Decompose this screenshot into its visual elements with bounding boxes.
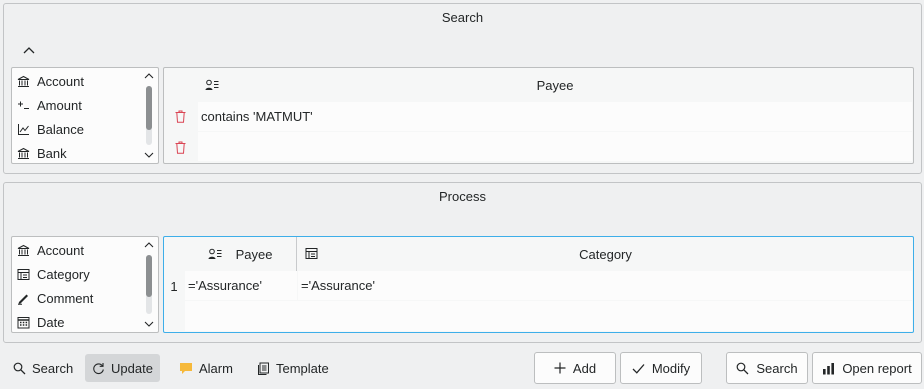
- scroll-thumb[interactable]: [146, 86, 152, 130]
- list-item-label: Account: [37, 73, 84, 89]
- list-item-balance[interactable]: Balance: [16, 117, 84, 141]
- delete-row-button[interactable]: [164, 102, 197, 131]
- template-mode-button[interactable]: Template: [250, 354, 336, 382]
- alarm-icon: [179, 362, 193, 375]
- modify-button[interactable]: Modify: [620, 352, 702, 384]
- search-label: Search: [756, 360, 798, 376]
- search-mode-button[interactable]: Search: [6, 354, 80, 382]
- collapse-search-button[interactable]: [20, 41, 38, 59]
- chevron-down-icon[interactable]: [144, 150, 154, 160]
- list-item-date[interactable]: Date: [16, 310, 65, 332]
- modify-label: Modify: [651, 360, 691, 376]
- add-button[interactable]: Add: [534, 352, 616, 384]
- list-item-amount[interactable]: Amount: [16, 93, 82, 117]
- column-header-payee[interactable]: Payee: [184, 237, 297, 271]
- add-label: Add: [572, 360, 597, 376]
- search-criteria-table[interactable]: Payee contains 'MATMUT': [163, 67, 914, 164]
- scroll-thumb[interactable]: [146, 255, 152, 297]
- comment-icon: [16, 291, 30, 305]
- list-item-label: Category: [37, 266, 90, 282]
- list-item-label: Balance: [37, 121, 84, 137]
- chevron-up-icon: [23, 46, 35, 54]
- list-item-label: Bank: [37, 145, 67, 161]
- open-report-button[interactable]: Open report: [812, 352, 922, 384]
- checkmark-icon: [632, 363, 645, 374]
- open-report-label: Open report: [842, 360, 912, 376]
- column-header-label: Category: [579, 246, 632, 262]
- calendar-icon: [16, 315, 30, 329]
- refresh-icon: [92, 362, 105, 375]
- plus-minus-icon: [16, 98, 30, 112]
- plus-icon: [554, 362, 566, 374]
- trash-icon: [175, 110, 186, 123]
- scroll-track[interactable]: [146, 255, 152, 314]
- search-mode-label: Search: [32, 360, 74, 376]
- process-group-title: Process: [439, 189, 486, 204]
- chevron-up-icon[interactable]: [144, 240, 154, 250]
- alarm-mode-label: Alarm: [199, 360, 233, 376]
- list-item-label: Date: [37, 314, 65, 330]
- column-header-category[interactable]: Category: [298, 237, 913, 271]
- payee-icon: [208, 248, 222, 261]
- bank-icon: [16, 243, 30, 257]
- column-header-payee[interactable]: Payee: [197, 68, 913, 102]
- category-icon: [305, 247, 318, 260]
- category-cell[interactable]: ='Assurance': [298, 271, 912, 300]
- list-item-comment[interactable]: Comment: [16, 286, 93, 310]
- bank-icon: [16, 146, 30, 160]
- search-button[interactable]: Search: [726, 352, 808, 384]
- empty-cell[interactable]: [185, 301, 912, 331]
- bar-chart-icon: [822, 362, 835, 375]
- search-attribute-list[interactable]: Account Amount Balance Bank: [11, 67, 159, 164]
- list-item-label: Comment: [37, 290, 94, 306]
- chevron-up-icon[interactable]: [144, 71, 154, 81]
- chart-icon: [16, 122, 30, 136]
- list-scrollbar[interactable]: [144, 240, 154, 329]
- list-item-account[interactable]: Account: [16, 69, 84, 93]
- update-mode-label: Update: [111, 360, 153, 376]
- list-item-account[interactable]: Account: [16, 238, 84, 262]
- template-icon: [257, 362, 270, 375]
- delete-row-button[interactable]: [164, 132, 197, 162]
- criteria-cell[interactable]: [198, 132, 912, 161]
- list-item-label: Account: [37, 242, 84, 258]
- list-item-category[interactable]: Category: [16, 262, 90, 286]
- list-item-bank[interactable]: Bank: [16, 141, 67, 163]
- scroll-track[interactable]: [146, 86, 152, 145]
- search-icon: [736, 362, 749, 375]
- process-actions-table[interactable]: Payee Category 1 ='Assurance' ='Assuranc…: [163, 236, 914, 333]
- column-header-label: Payee: [235, 246, 273, 262]
- row-number[interactable]: 1: [164, 271, 184, 301]
- template-mode-label: Template: [276, 360, 329, 376]
- trash-icon: [175, 141, 186, 154]
- process-attribute-list[interactable]: Account Category Comment Date: [11, 236, 159, 333]
- list-scrollbar[interactable]: [144, 71, 154, 160]
- search-group-title: Search: [441, 10, 484, 25]
- update-mode-button[interactable]: Update: [85, 354, 160, 382]
- bank-icon: [16, 74, 30, 88]
- list-item-label: Amount: [37, 97, 82, 113]
- chevron-down-icon[interactable]: [144, 319, 154, 329]
- alarm-mode-button[interactable]: Alarm: [172, 354, 240, 382]
- search-icon: [13, 362, 26, 375]
- criteria-cell[interactable]: contains 'MATMUT': [198, 102, 912, 131]
- payee-cell[interactable]: ='Assurance': [185, 271, 297, 300]
- category-icon: [16, 267, 30, 281]
